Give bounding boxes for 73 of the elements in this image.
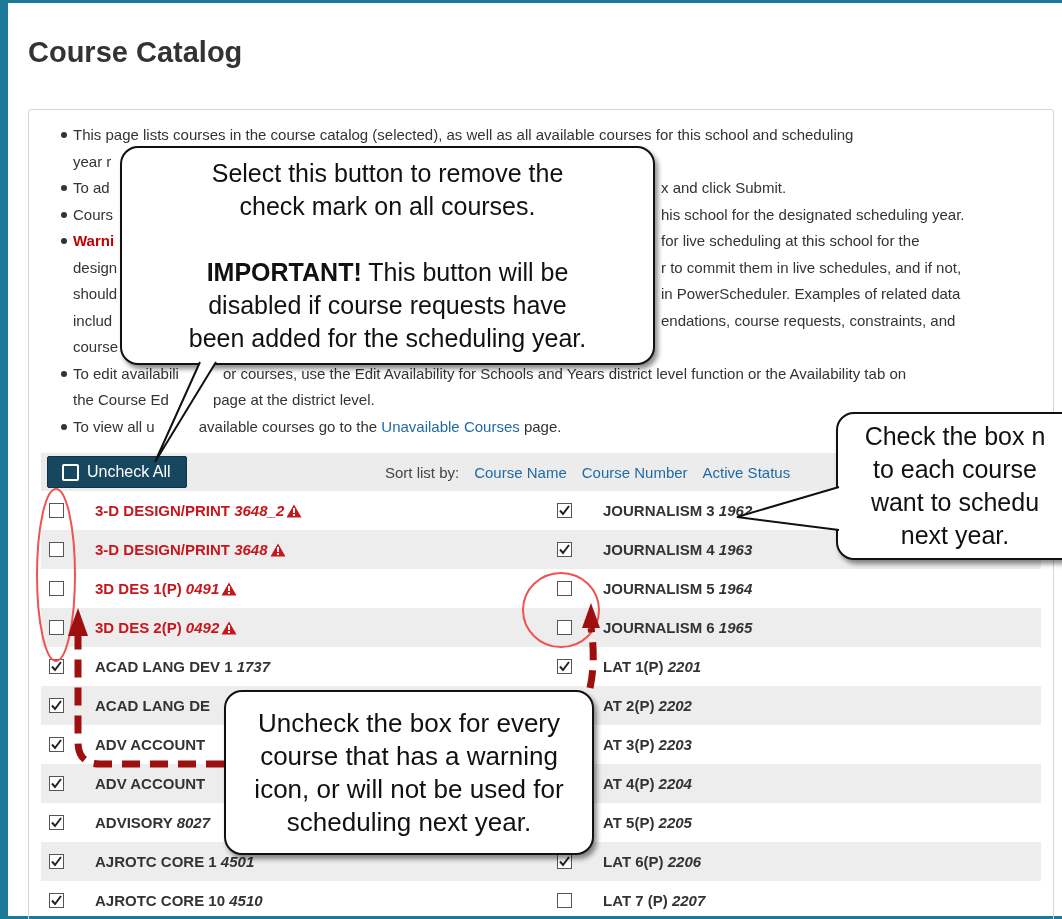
checkbox[interactable]	[557, 542, 572, 557]
instruction-text: endations, course requests, constraints, and	[661, 310, 956, 331]
course-name: ADV ACCOUNT	[95, 736, 206, 753]
checkbox[interactable]	[49, 542, 64, 557]
instruction-text: available courses go to the Unavailable Courses page.	[198, 416, 562, 437]
instruction-text: design	[73, 257, 118, 278]
sort-label: Sort list by:	[385, 463, 460, 481]
page-title: Course Catalog	[28, 35, 244, 70]
instruction-text: should	[73, 284, 118, 304]
checkbox[interactable]	[49, 503, 64, 518]
course-name: AJROTC CORE 10 4510	[95, 892, 263, 909]
checkbox[interactable]	[49, 776, 64, 791]
checkbox[interactable]	[49, 659, 64, 674]
instruction-text: year r	[73, 151, 112, 172]
instruction-text: page at the district level.	[212, 390, 375, 410]
sort-link[interactable]: Course Number	[581, 463, 688, 481]
warning-icon	[269, 542, 286, 557]
course-name: JOURNALISM 5 1964	[603, 580, 753, 597]
course-name: 3-D DESIGN/PRINT 3648_2	[95, 502, 285, 519]
checkbox[interactable]	[49, 620, 64, 635]
warning-icon	[286, 503, 303, 518]
course-name: 3D DES 2(P) 0492	[95, 619, 220, 636]
instruction-text: To edit availabili	[73, 363, 179, 384]
instruction-text: Cours	[73, 204, 113, 225]
checkbox[interactable]	[49, 893, 64, 908]
course-name: ACAD LANG DE	[95, 697, 210, 714]
uncheck-all-button[interactable]: Uncheck All	[47, 456, 187, 488]
checkbox[interactable]	[557, 659, 572, 674]
checkbox[interactable]	[557, 581, 572, 596]
checkbox[interactable]	[49, 698, 64, 713]
checkbox[interactable]	[49, 815, 64, 830]
checkbox[interactable]	[49, 737, 64, 752]
course-name: JOURNALISM 6 1965	[603, 619, 753, 636]
instruction-text: Warni	[73, 231, 115, 251]
course-name: ACAD LANG DEV 1 1737	[95, 658, 271, 675]
checkbox[interactable]	[49, 854, 64, 869]
course-name: LAT 1(P) 2201	[603, 658, 702, 675]
instruction-text: the Course Ed	[73, 390, 169, 410]
instruction-text: r to commit them in live schedules, and if not,	[661, 257, 962, 278]
checkbox[interactable]	[557, 503, 572, 518]
checkbox[interactable]	[49, 581, 64, 596]
instruction-text: includ	[73, 310, 113, 331]
course-name: ADVISORY 8027	[95, 814, 211, 831]
instruction-text: in PowerScheduler. Examples of related data	[661, 284, 961, 304]
instruction-text: or courses, use the Edit Availability for Schools and Years district level function or the Availability tab on	[222, 363, 907, 384]
course-name: AT 3(P) 2203	[603, 736, 692, 753]
course-name: ADV ACCOUNT	[95, 775, 206, 792]
checkbox[interactable]	[557, 620, 572, 635]
instruction-text: course	[73, 337, 119, 357]
checkbox[interactable]	[557, 893, 572, 908]
instruction-text: This page lists courses in the course catalog (selected), as well as all available courses for this school and scheduling	[73, 125, 854, 145]
course-name: AT 4(P) 2204	[603, 775, 692, 792]
course-name: 3D DES 1(P) 0491	[95, 580, 220, 597]
instruction-text: for live scheduling at this school for the	[661, 231, 920, 251]
course-name: AT 5(P) 2205	[603, 814, 692, 831]
callout: Check the box n to each course want to schedu next year.	[836, 412, 1062, 560]
instruction-text: his school for the designated scheduling year.	[661, 204, 965, 225]
course-name: JOURNALISM 4 1963	[603, 541, 753, 558]
unavailable-courses-link[interactable]: Unavailable Courses	[381, 417, 520, 435]
callout: Uncheck the box for every course that has a warning icon, or will not be used for scheduling next year.	[224, 690, 594, 855]
course-name: LAT 6(P) 2206	[603, 853, 702, 870]
course-name: AT 2(P) 2202	[603, 697, 692, 714]
course-name: AJROTC CORE 1 4501	[95, 853, 255, 870]
instruction-text: x and click Submit.	[661, 178, 787, 198]
callout: Select this button to remove the check mark on all courses. IMPORTANT! This button will be disabled if course requests have been added for the scheduling year.	[120, 146, 655, 365]
instruction-text: To ad	[73, 178, 110, 198]
warning-icon	[221, 620, 238, 635]
sort-link[interactable]: Course Name	[474, 463, 567, 481]
sort-link[interactable]: Active Status	[702, 463, 791, 481]
instruction-text: To view all u	[73, 416, 155, 437]
course-name: 3-D DESIGN/PRINT 3648	[95, 541, 268, 558]
course-name: LAT 7 (P) 2207	[603, 892, 706, 909]
warning-icon	[221, 581, 238, 596]
